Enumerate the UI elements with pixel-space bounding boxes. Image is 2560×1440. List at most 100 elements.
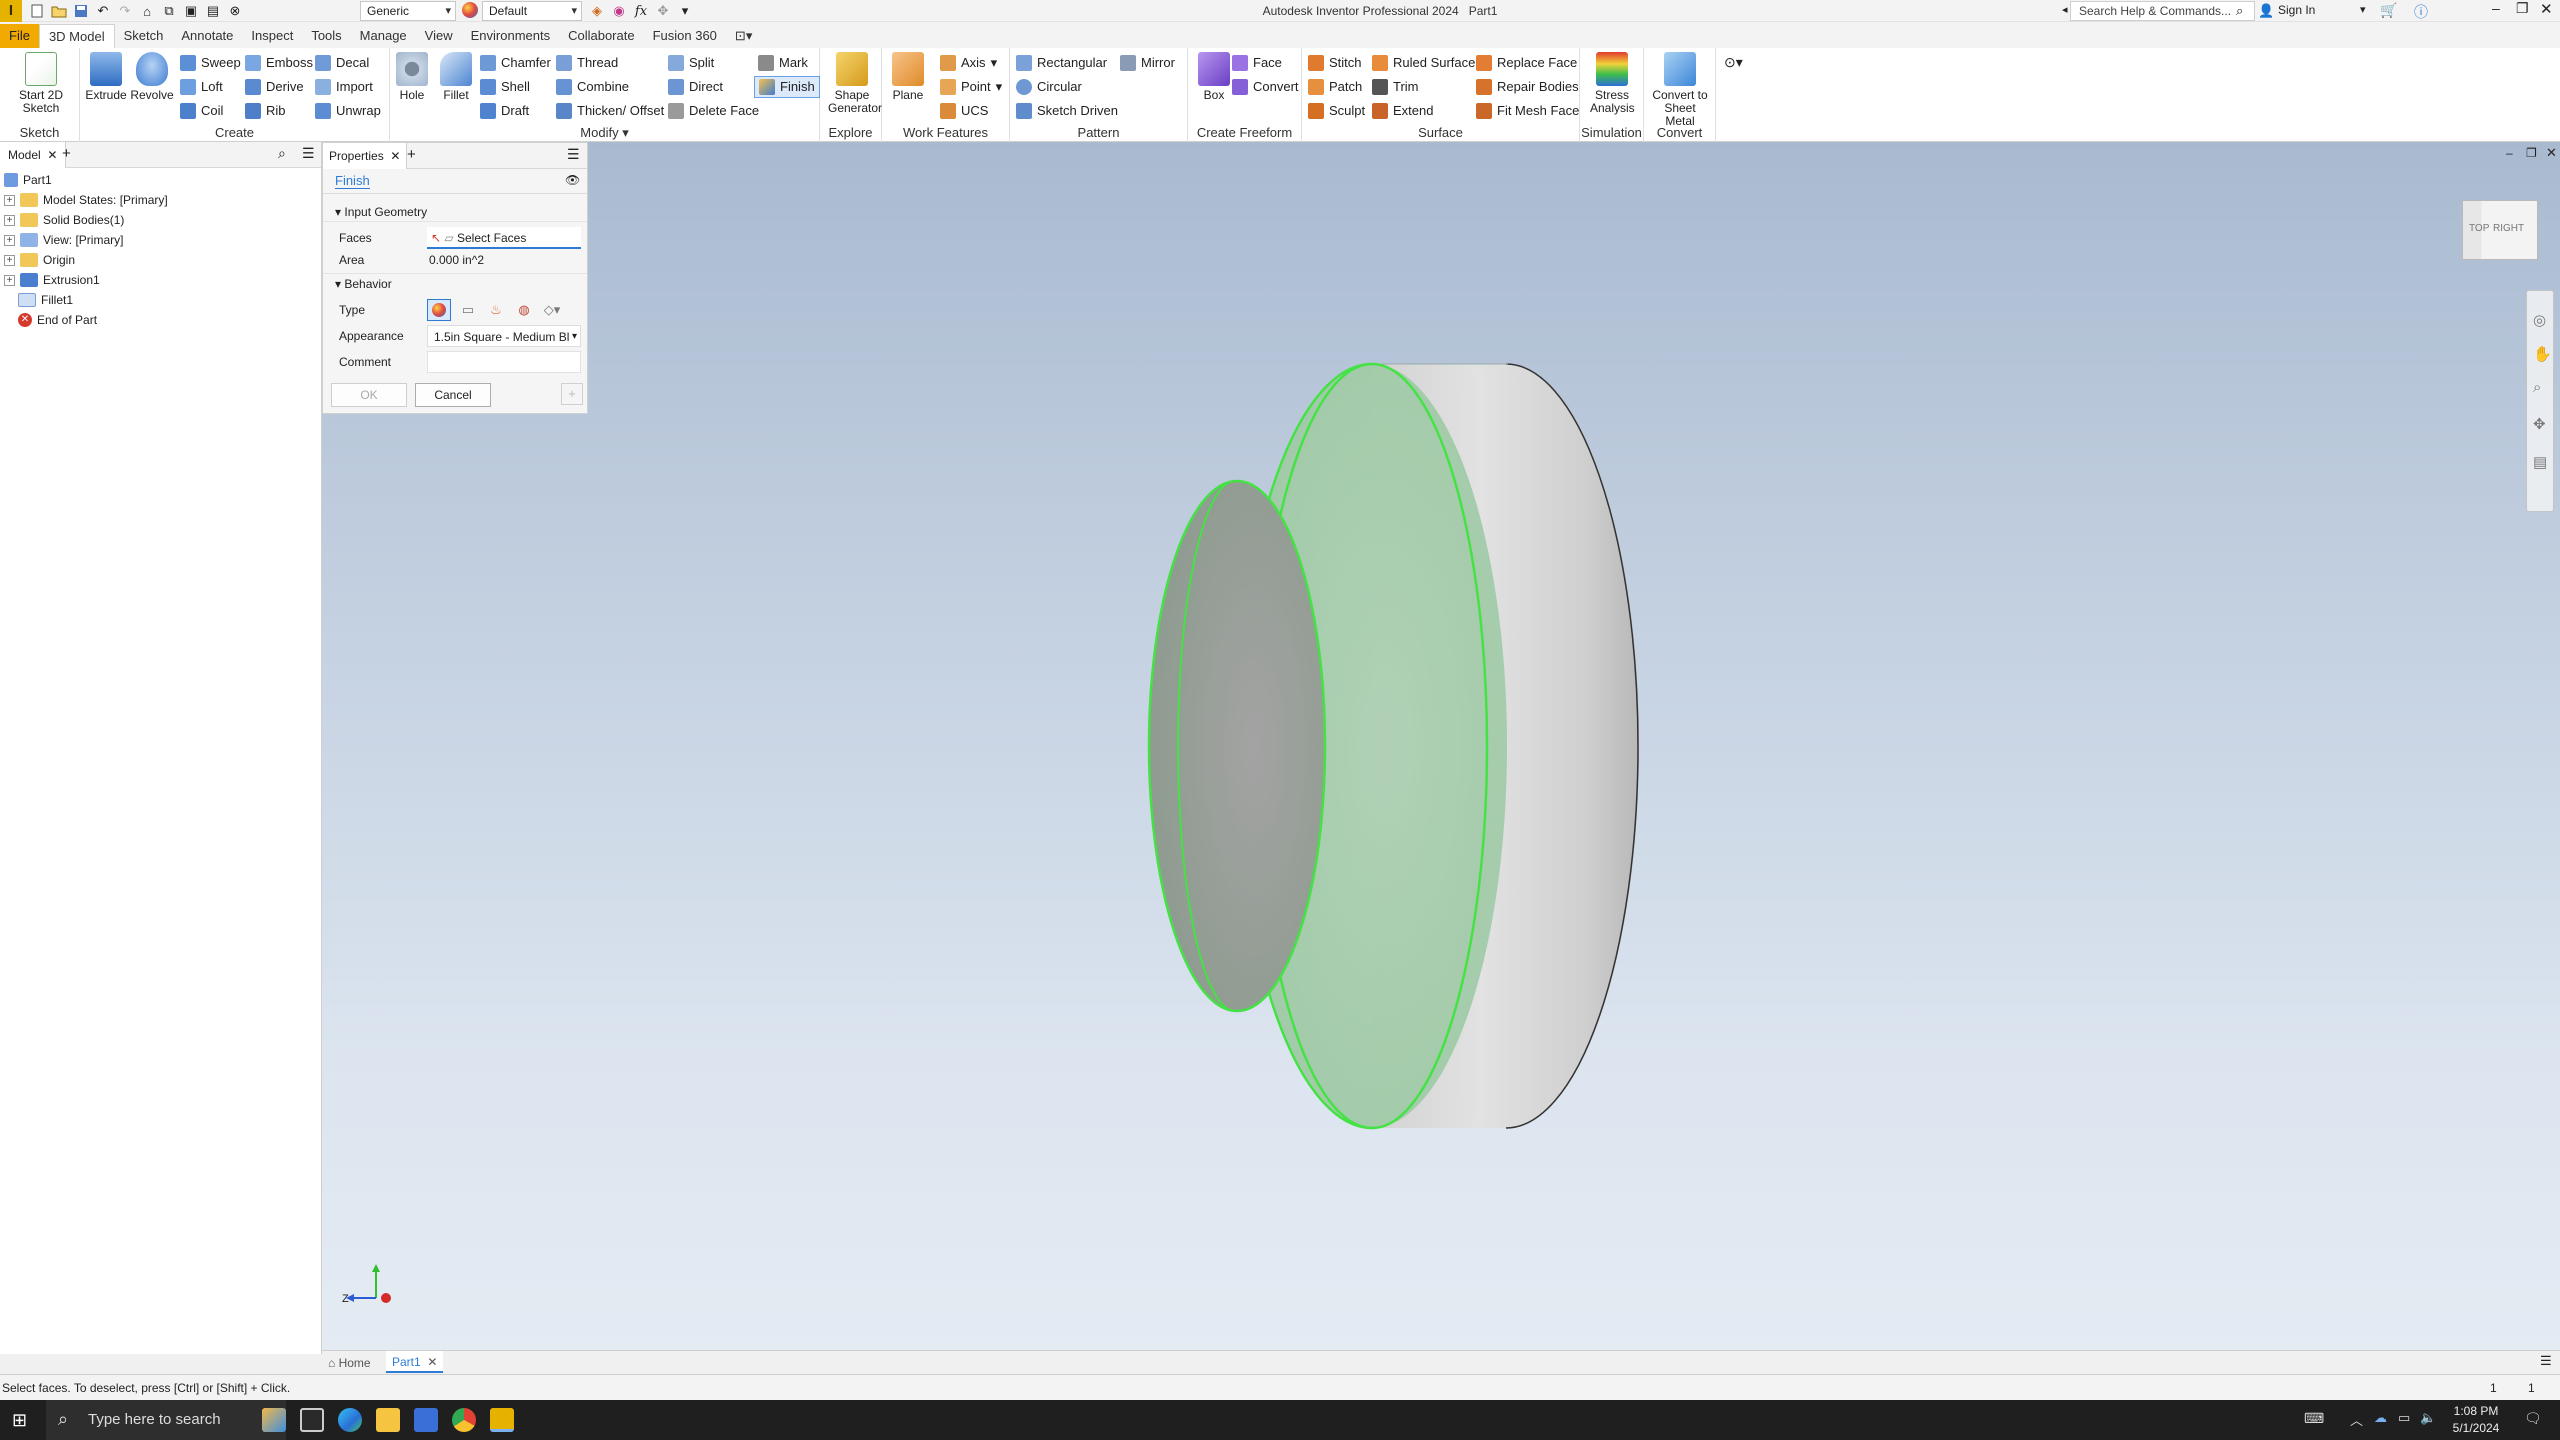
replace-face-button[interactable]: Replace Face	[1476, 52, 1577, 74]
extrude-button[interactable]: Extrude	[84, 52, 128, 102]
expand-toggle[interactable]: +	[4, 254, 15, 266]
tab-environments[interactable]: Environments	[462, 24, 559, 48]
revolve-button[interactable]: Revolve	[130, 52, 174, 102]
ok-button[interactable]: OK	[331, 383, 407, 407]
store-icon[interactable]	[414, 1408, 438, 1432]
tree-item-solid-bodies[interactable]: + Solid Bodies(1)	[4, 210, 124, 230]
faces-selector[interactable]: ↖ ▱ Select Faces	[427, 227, 581, 249]
box-button[interactable]: Box	[1192, 52, 1236, 102]
help-icon[interactable]: ⓘ	[2414, 2, 2428, 22]
close-part1-tab-icon[interactable]: ✕	[427, 1355, 437, 1369]
tree-item-extrusion1[interactable]: + Extrusion1	[4, 270, 100, 290]
unwrap-button[interactable]: Unwrap	[315, 100, 381, 122]
graphics-viewport[interactable]: Z TOP RIGHT – ❐ ✕ ◎ ✋ ⌕ ✥ ▤	[322, 142, 2560, 1350]
select-icon[interactable]: ▣	[182, 2, 200, 20]
tab-sketch[interactable]: Sketch	[115, 24, 173, 48]
loft-button[interactable]: Loft	[180, 76, 223, 98]
fit-mesh-face-button[interactable]: Fit Mesh Face	[1476, 100, 1579, 122]
viewport-minimize-icon[interactable]: –	[2506, 146, 2513, 160]
zoom-icon[interactable]: ⌕	[2533, 379, 2541, 396]
network-icon[interactable]: ▭	[2398, 1410, 2410, 1426]
view-cube-right-face[interactable]: RIGHT	[2493, 223, 2524, 234]
expand-toggle[interactable]: +	[4, 194, 15, 206]
appearance-select[interactable]: Default	[482, 1, 582, 21]
adjust-icon[interactable]: ◈	[588, 2, 606, 20]
start-2d-sketch-button[interactable]: Start 2D Sketch	[18, 52, 64, 115]
ipart-icon[interactable]: ✥	[654, 2, 672, 20]
mark-button[interactable]: Mark	[758, 52, 808, 74]
rectangular-pattern-button[interactable]: Rectangular	[1016, 52, 1107, 74]
tab-inspect[interactable]: Inspect	[242, 24, 302, 48]
circular-pattern-button[interactable]: Circular	[1016, 76, 1082, 98]
material-select[interactable]: Generic	[360, 1, 456, 21]
plane-button[interactable]: Plane	[886, 52, 930, 102]
chrome-icon[interactable]	[452, 1408, 476, 1432]
pan-icon[interactable]: ✋	[2533, 345, 2552, 363]
apply-plus-icon[interactable]: +	[561, 383, 583, 405]
appearance-dropdown[interactable]: 1.5in Square - Medium Bl ▾	[427, 325, 581, 347]
redo-icon[interactable]: ↷	[116, 2, 134, 20]
look-at-icon[interactable]: ▤	[2533, 453, 2547, 471]
import-button[interactable]: Import	[315, 76, 373, 98]
volume-icon[interactable]: 🔈	[2420, 1410, 2436, 1426]
tab-3d-model[interactable]: 3D Model	[38, 24, 115, 48]
convert-to-sheet-metal-button[interactable]: Convert to Sheet Metal	[1648, 52, 1712, 128]
tab-properties[interactable]: Properties ✕	[323, 143, 408, 169]
ucs-button[interactable]: UCS	[940, 100, 988, 122]
tree-item-part1[interactable]: Part1	[4, 170, 52, 190]
undo-icon[interactable]: ↶	[94, 2, 112, 20]
tab-model[interactable]: Model ✕	[0, 142, 67, 168]
shape-generator-button[interactable]: Shape Generator	[828, 52, 882, 115]
direct-button[interactable]: Direct	[668, 76, 723, 98]
measure-icon[interactable]: ▤	[204, 2, 222, 20]
tab-home[interactable]: ⌂ Home	[328, 1353, 371, 1373]
minimize-icon[interactable]: –	[2492, 0, 2500, 16]
type-more-option[interactable]: ◇▾	[541, 299, 563, 321]
add-tab-icon[interactable]: +	[62, 145, 71, 162]
ruled-surface-button[interactable]: Ruled Surface	[1372, 52, 1475, 74]
cart-icon[interactable]: 🛒	[2380, 2, 2397, 19]
close-properties-tab-icon[interactable]: ✕	[390, 149, 400, 163]
onedrive-icon[interactable]: ☁	[2374, 1410, 2387, 1426]
visibility-eye-icon[interactable]: 👁	[565, 173, 580, 187]
cortana-icon[interactable]	[262, 1408, 286, 1432]
taskbar-date[interactable]: 5/1/2024	[2446, 1421, 2506, 1435]
rib-button[interactable]: Rib	[245, 100, 286, 122]
add-properties-tab-icon[interactable]: +	[407, 146, 416, 163]
type-coating-option[interactable]: ◍	[513, 299, 535, 321]
tree-item-end-of-part[interactable]: ✕ End of Part	[18, 310, 97, 330]
view-cube[interactable]: TOP RIGHT	[2462, 200, 2538, 260]
task-view-icon[interactable]	[300, 1408, 324, 1432]
emboss-button[interactable]: Emboss	[245, 52, 313, 74]
steering-wheel-icon[interactable]: ◎	[2533, 311, 2546, 329]
sweep-button[interactable]: Sweep	[180, 52, 241, 74]
stress-analysis-button[interactable]: Stress Analysis	[1590, 52, 1635, 115]
comment-input[interactable]	[427, 351, 581, 373]
viewport-restore-icon[interactable]: ❐	[2526, 146, 2537, 160]
cancel-button[interactable]: Cancel	[415, 383, 491, 407]
tab-part1[interactable]: Part1 ✕	[386, 1351, 444, 1373]
open-icon[interactable]	[50, 2, 68, 20]
sketch-driven-button[interactable]: Sketch Driven	[1016, 100, 1118, 122]
view-cube-top-face[interactable]: TOP	[2469, 223, 2489, 234]
home-icon[interactable]: ⌂	[138, 2, 156, 20]
tab-view[interactable]: View	[416, 24, 462, 48]
thicken-offset-button[interactable]: Thicken/ Offset	[556, 100, 664, 122]
decal-button[interactable]: Decal	[315, 52, 369, 74]
orbit-icon[interactable]: ✥	[2533, 415, 2546, 433]
file-explorer-icon[interactable]	[376, 1408, 400, 1432]
taskbar-search-input[interactable]: Type here to search	[46, 1400, 286, 1440]
combine-button[interactable]: Combine	[556, 76, 629, 98]
cylinder-model[interactable]	[1147, 362, 1639, 1130]
delete-face-button[interactable]: Delete Face	[668, 100, 759, 122]
sculpt-button[interactable]: Sculpt	[1308, 100, 1365, 122]
clear-appearance-icon[interactable]: ◉	[610, 2, 628, 20]
freeform-face-button[interactable]: Face	[1232, 52, 1282, 74]
tray-expand-icon[interactable]: ︿	[2350, 1410, 2363, 1429]
close-doc-icon[interactable]: ⊗	[226, 2, 244, 20]
type-heat-treat-option[interactable]: ♨	[485, 299, 507, 321]
search-icon[interactable]: ⌕	[2236, 3, 2243, 19]
type-appearance-option[interactable]	[427, 299, 451, 321]
hole-button[interactable]: Hole	[390, 52, 434, 102]
tab-file[interactable]: File	[0, 24, 39, 48]
